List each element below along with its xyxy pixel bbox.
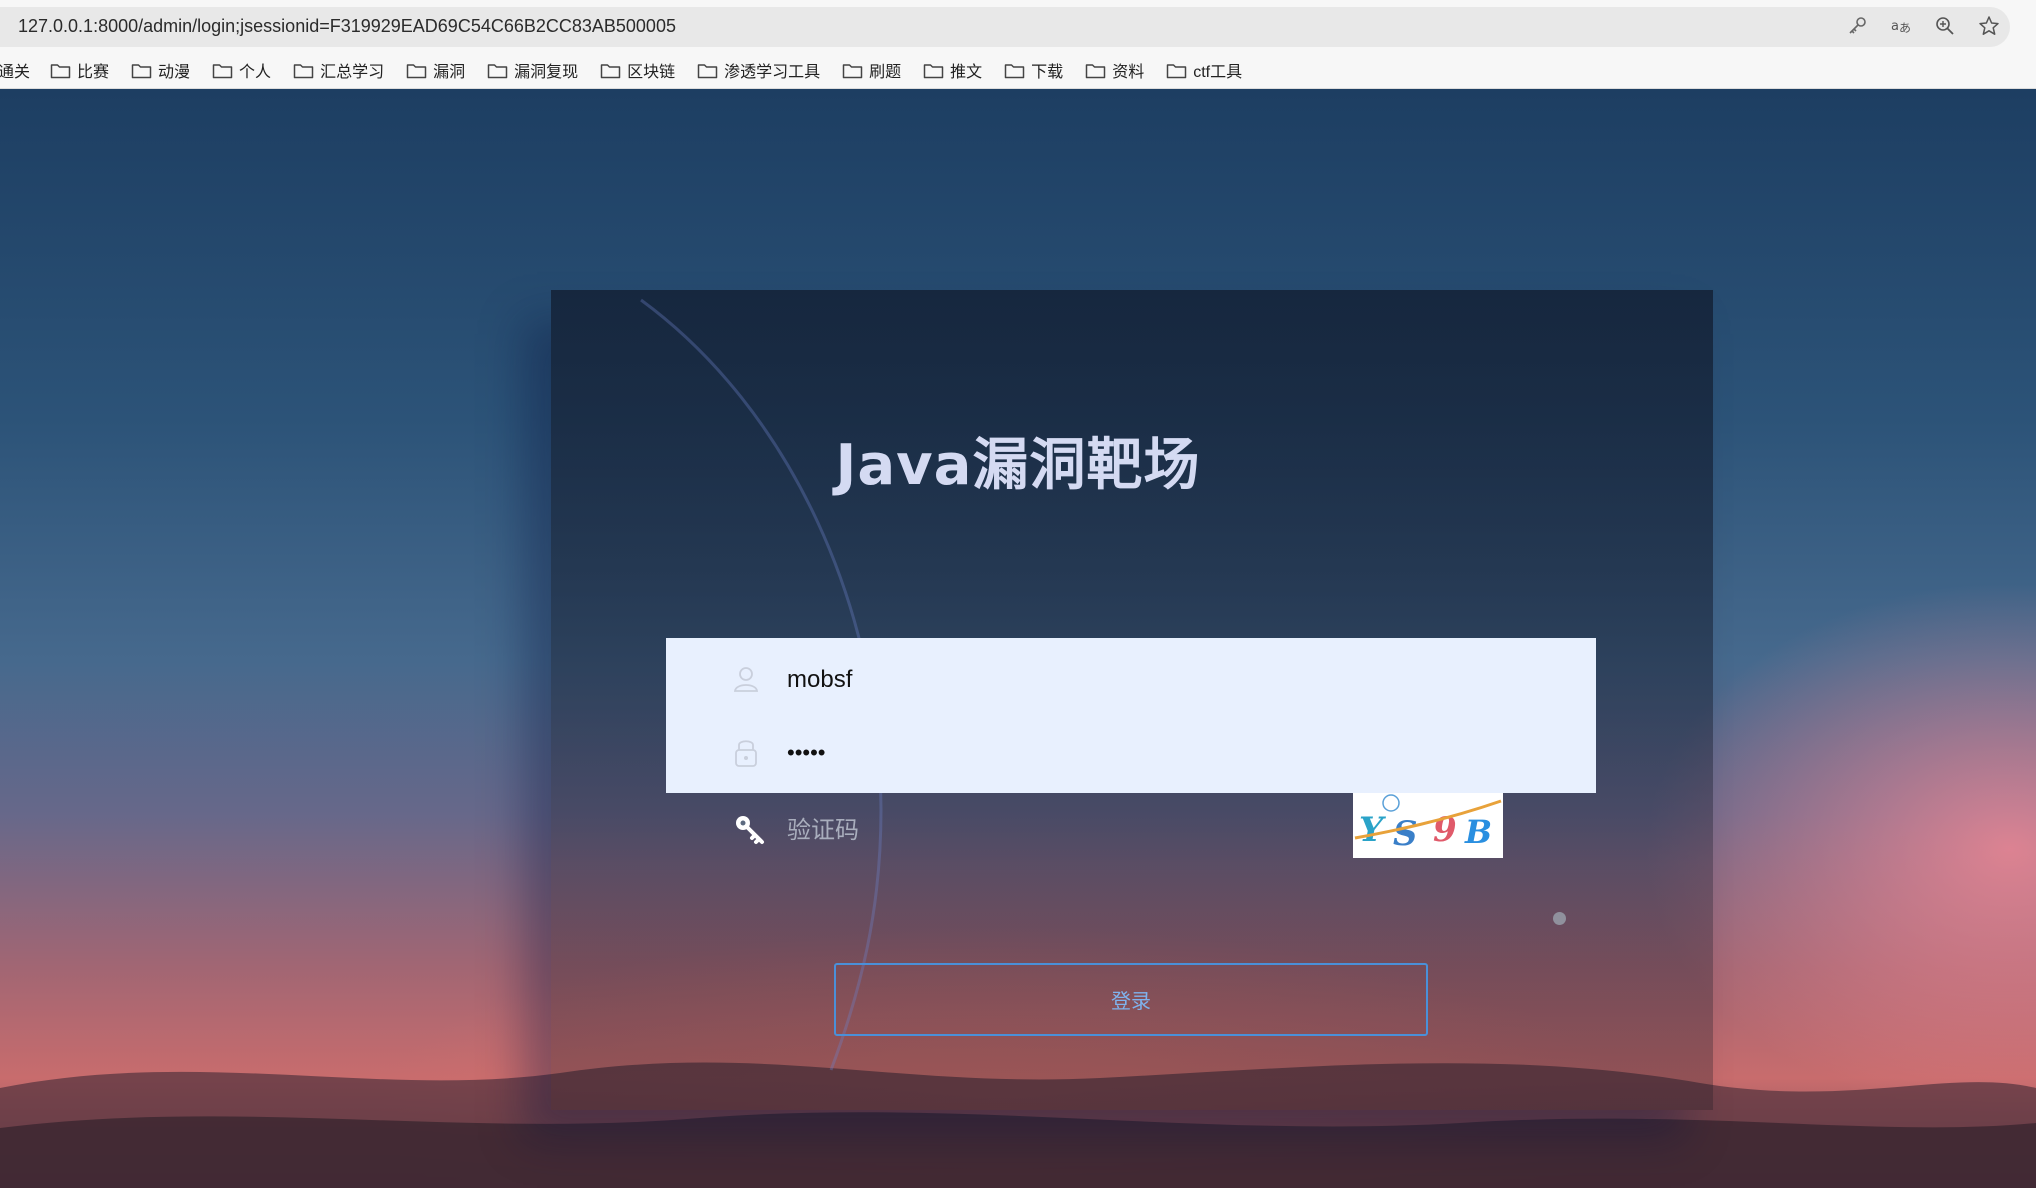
bookmark-label: 区块链	[627, 64, 676, 81]
url-text[interactable]: 127.0.0.1:8000/admin/login;jsessionid=F3…	[18, 0, 676, 52]
folder-icon	[1085, 63, 1106, 78]
bookmark-label: ctf工具	[1193, 64, 1243, 81]
translate-icon[interactable]: aあ	[1890, 15, 1912, 37]
folder-icon	[50, 63, 71, 78]
folder-icon	[1004, 63, 1025, 78]
bookmarks-bar: 通关 比赛 动漫 个人 汇总学习 漏洞 漏洞复现 区块链 渗透学习工具 刷题 推…	[0, 52, 2036, 89]
username-input[interactable]	[787, 660, 1567, 700]
folder-icon	[842, 63, 863, 78]
captcha-input[interactable]	[787, 811, 1307, 851]
folder-icon	[600, 63, 621, 78]
bookmark-folder[interactable]: ctf工具	[1166, 58, 1242, 82]
bookmark-label: 个人	[239, 64, 272, 81]
bookmark-label: 刷题	[869, 64, 902, 81]
bookmark-label: 资料	[1112, 64, 1145, 81]
decorative-dot	[1553, 912, 1566, 925]
key-icon[interactable]	[1846, 15, 1868, 37]
folder-icon	[697, 63, 718, 78]
bookmark-folder[interactable]: 渗透学习工具	[697, 58, 820, 82]
captcha-image[interactable]: Y S 9 B	[1353, 793, 1503, 858]
bookmark-folder[interactable]: 汇总学习	[293, 58, 384, 82]
folder-icon	[1166, 63, 1187, 78]
lock-icon	[735, 740, 757, 767]
bookmark-folder[interactable]: 区块链	[600, 58, 675, 82]
bookmark-folder[interactable]: 动漫	[131, 58, 190, 82]
address-bar: 127.0.0.1:8000/admin/login;jsessionid=F3…	[0, 0, 2036, 52]
svg-text:S: S	[1393, 814, 1418, 854]
bookmark-label: 下载	[1031, 64, 1064, 81]
bookmark-folder[interactable]: 资料	[1085, 58, 1144, 82]
login-button[interactable]: 登录	[834, 963, 1428, 1036]
bookmark-label: 推文	[950, 64, 983, 81]
bookmark-folder[interactable]: 漏洞	[406, 58, 465, 82]
user-icon	[733, 667, 759, 692]
bookmark-folder[interactable]: 漏洞复现	[487, 58, 578, 82]
folder-icon	[923, 63, 944, 78]
bookmark-label: 漏洞	[433, 64, 466, 81]
page-title: Java漏洞靶场	[835, 433, 1201, 498]
svg-text:a: a	[1891, 19, 1899, 34]
svg-text:あ: あ	[1899, 21, 1911, 35]
key-icon	[736, 816, 764, 844]
bookmark-label: 比赛	[77, 64, 110, 81]
password-input[interactable]	[787, 733, 1567, 773]
svg-text:B: B	[1464, 813, 1492, 851]
svg-text:Y: Y	[1359, 810, 1386, 850]
bookmark-folder[interactable]: 比赛	[50, 58, 109, 82]
bookmark-folder[interactable]: 个人	[212, 58, 271, 82]
folder-icon	[131, 63, 152, 78]
zoom-icon[interactable]	[1934, 15, 1956, 37]
bookmark-label: 汇总学习	[320, 64, 385, 81]
bookmark-label: 漏洞复现	[514, 64, 579, 81]
folder-icon	[212, 63, 233, 78]
folder-icon	[487, 63, 508, 78]
bookmark-label: 动漫	[158, 64, 191, 81]
folder-icon	[293, 63, 314, 78]
bookmark-label: 渗透学习工具	[724, 64, 821, 81]
folder-icon	[406, 63, 427, 78]
bookmark-folder[interactable]: 刷题	[842, 58, 901, 82]
bookmark-folder[interactable]: 推文	[923, 58, 982, 82]
star-icon[interactable]	[1978, 15, 2000, 37]
bookmark-folder[interactable]: 下载	[1004, 58, 1063, 82]
bookmark-partial[interactable]: 通关	[0, 58, 30, 82]
address-bar-icons: aあ	[1846, 0, 2000, 52]
